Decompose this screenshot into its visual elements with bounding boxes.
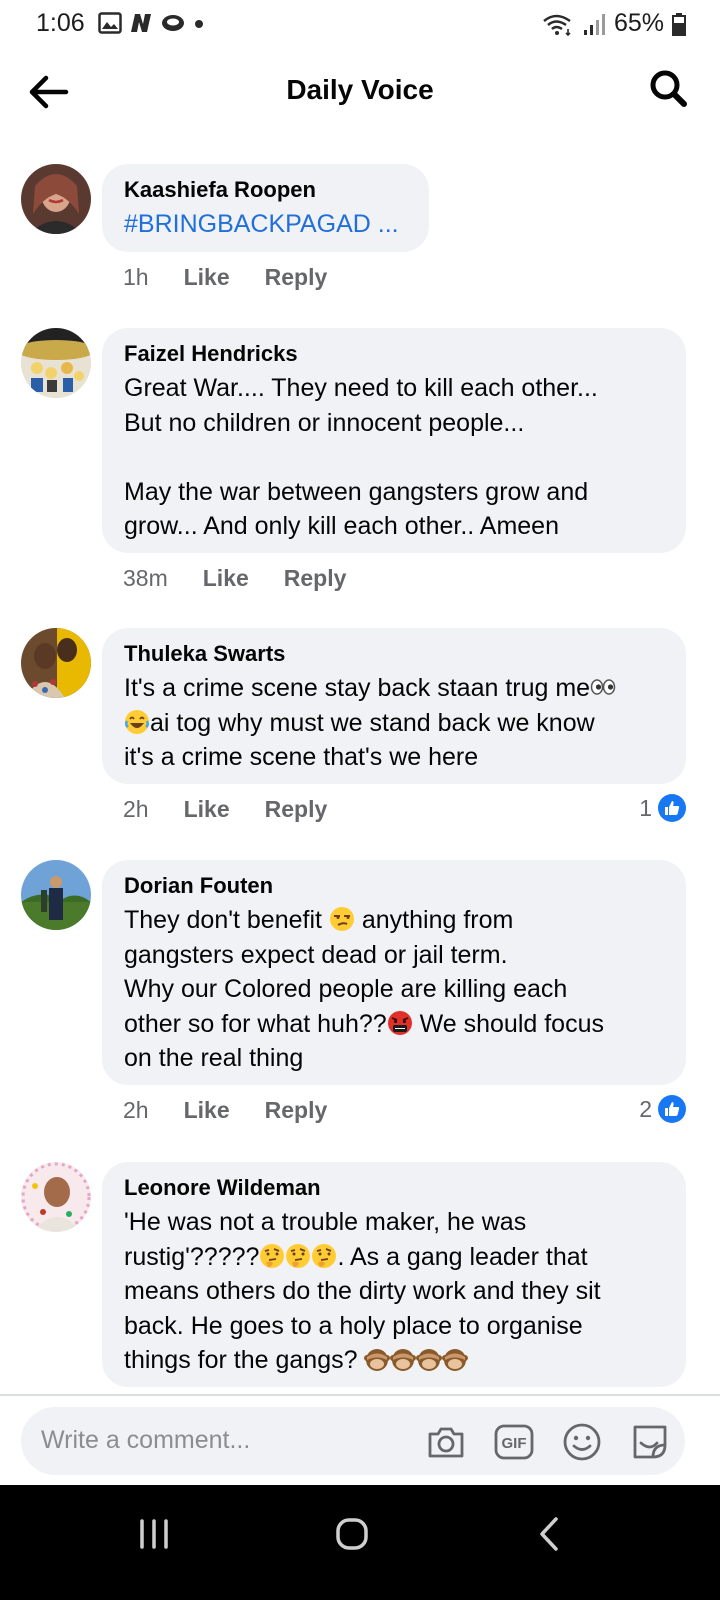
- comment-text[interactable]: It's a crime scene stay back staan trug …: [124, 671, 666, 775]
- comment-actions: 2h Like Reply: [123, 1097, 327, 1124]
- avatar-photo: [21, 164, 91, 234]
- thinking-emoji: [312, 1243, 337, 1268]
- status-time: 1:06: [36, 9, 85, 37]
- avatar[interactable]: [21, 164, 91, 234]
- reaction-count[interactable]: 2: [639, 1095, 686, 1123]
- avatar[interactable]: [21, 860, 91, 930]
- like-button[interactable]: Like: [184, 264, 230, 291]
- unamused-emoji: [329, 907, 354, 931]
- sticker-icon[interactable]: [629, 1421, 671, 1463]
- like-reaction-icon: [658, 1095, 686, 1123]
- comment-bubble[interactable]: Dorian Fouten They don't benefit anythin…: [102, 860, 686, 1085]
- gallery-icon: [98, 12, 122, 34]
- comment-author[interactable]: Kaashiefa Roopen: [124, 176, 409, 204]
- like-button[interactable]: Like: [203, 565, 249, 592]
- search-button[interactable]: [648, 68, 692, 112]
- snapchat-icon: [162, 15, 184, 31]
- comment-actions: 2h Like Reply: [123, 796, 327, 823]
- avatar-photo: [21, 628, 91, 698]
- comment-input[interactable]: Write a comment...: [41, 1426, 250, 1455]
- recent-apps-icon[interactable]: [124, 1509, 184, 1559]
- thinking-emoji: [260, 1243, 285, 1268]
- comment-text[interactable]: Great War.... They need to kill each oth…: [124, 371, 666, 544]
- avatar[interactable]: [21, 628, 91, 698]
- reaction-count-number: 2: [639, 1095, 652, 1122]
- see-no-evil-monkey-emoji: [364, 1349, 391, 1371]
- avatar-photo: [21, 328, 91, 398]
- comment-author[interactable]: Faizel Hendricks: [124, 340, 666, 368]
- signal-icon: [583, 13, 605, 35]
- comment-text[interactable]: They don't benefit anything from gangste…: [124, 903, 666, 1076]
- search-icon: [650, 70, 687, 107]
- comment-actions: 1h Like Reply: [123, 264, 327, 291]
- comment-author[interactable]: Thuleka Swarts: [124, 640, 666, 668]
- avatar-photo: [21, 1162, 91, 1232]
- reply-button[interactable]: Reply: [265, 796, 328, 823]
- comment-author[interactable]: Dorian Fouten: [124, 872, 666, 900]
- comment-bubble[interactable]: Faizel Hendricks Great War.... They need…: [102, 328, 686, 553]
- status-right: 65%: [542, 9, 686, 38]
- see-no-evil-monkey-emoji: [390, 1349, 417, 1371]
- gif-icon[interactable]: GIF: [493, 1421, 535, 1463]
- svg-text:GIF: GIF: [502, 1435, 527, 1452]
- reply-button[interactable]: Reply: [265, 1097, 328, 1124]
- like-button[interactable]: Like: [184, 796, 230, 823]
- comment-bubble[interactable]: Leonore Wildeman 'He was not a trouble m…: [102, 1162, 686, 1387]
- reaction-count[interactable]: 1: [639, 794, 686, 822]
- app-header: Daily Voice: [0, 56, 720, 128]
- battery-icon: [672, 12, 686, 36]
- comment-bubble[interactable]: Kaashiefa Roopen #BRINGBACKPAGAD ...: [102, 164, 429, 252]
- composer-divider: [0, 1394, 720, 1396]
- n-app-icon: [131, 14, 151, 32]
- comment-composer[interactable]: Write a comment... GIF: [21, 1407, 685, 1475]
- comment-time[interactable]: 2h: [123, 1097, 149, 1124]
- see-no-evil-monkey-emoji: [442, 1349, 469, 1371]
- comment-time[interactable]: 2h: [123, 796, 149, 823]
- see-no-evil-monkey-emoji: [416, 1349, 443, 1371]
- camera-icon[interactable]: [425, 1421, 467, 1463]
- dot-icon: [195, 20, 203, 28]
- comment-text[interactable]: #BRINGBACKPAGAD ...: [124, 207, 409, 242]
- status-notification-icons: [98, 12, 206, 34]
- comment-author[interactable]: Leonore Wildeman: [124, 1174, 666, 1202]
- page-title: Daily Voice: [286, 74, 434, 105]
- joy-emoji: [124, 709, 150, 734]
- avatar-photo: [21, 860, 91, 930]
- comment-text[interactable]: 'He was not a trouble maker, he was rust…: [124, 1205, 666, 1378]
- reaction-count-number: 1: [639, 794, 652, 821]
- comment-actions: 38m Like Reply: [123, 565, 346, 592]
- avatar[interactable]: [21, 328, 91, 398]
- comment-bubble[interactable]: Thuleka Swarts It's a crime scene stay b…: [102, 628, 686, 784]
- comment-time[interactable]: 1h: [123, 264, 149, 291]
- emoji-icon[interactable]: [561, 1421, 603, 1463]
- eyes-emoji: [590, 679, 616, 695]
- reply-button[interactable]: Reply: [265, 264, 328, 291]
- like-reaction-icon: [658, 794, 686, 822]
- home-icon[interactable]: [322, 1509, 382, 1559]
- battery-percent: 65%: [613, 9, 664, 37]
- thinking-emoji: [286, 1243, 311, 1268]
- system-nav-bar: [0, 1485, 720, 1600]
- avatar[interactable]: [21, 1162, 91, 1232]
- reply-button[interactable]: Reply: [284, 565, 347, 592]
- comment-time[interactable]: 38m: [123, 565, 168, 592]
- back-icon[interactable]: [520, 1509, 580, 1559]
- like-button[interactable]: Like: [184, 1097, 230, 1124]
- wifi-icon: [543, 14, 571, 36]
- status-bar: 1:06 65%: [0, 0, 720, 48]
- cursing-emoji: [387, 1010, 412, 1035]
